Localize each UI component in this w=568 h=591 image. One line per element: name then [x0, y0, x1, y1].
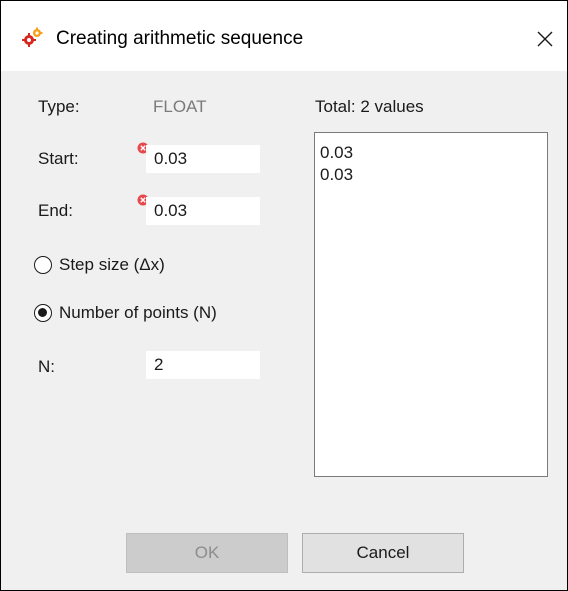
number-of-points-label[interactable]: Number of points (N) — [59, 302, 217, 324]
cancel-button[interactable]: Cancel — [302, 533, 464, 573]
close-button[interactable] — [527, 21, 563, 57]
step-size-radio[interactable] — [34, 256, 52, 274]
ok-button[interactable]: OK — [126, 533, 288, 573]
end-field[interactable]: 0.03 — [146, 197, 260, 225]
dialog-window: Creating arithmetic sequence Type: FLOAT… — [0, 0, 568, 591]
title-bar: Creating arithmetic sequence — [1, 1, 567, 71]
list-item[interactable]: 0.03 — [315, 142, 547, 164]
number-of-points-radio[interactable] — [34, 304, 52, 322]
gear-cluster-icon — [22, 27, 43, 47]
type-label: Type: — [38, 97, 80, 116]
type-value: FLOAT — [153, 97, 207, 116]
total-values-label: Total: 2 values — [315, 97, 424, 116]
close-icon — [537, 31, 553, 47]
list-item[interactable]: 0.03 — [315, 164, 547, 186]
n-label: N: — [38, 357, 55, 376]
start-field[interactable]: 0.03 — [146, 145, 260, 173]
n-field[interactable]: 2 — [146, 351, 260, 379]
end-label: End: — [38, 201, 73, 220]
start-label: Start: — [38, 149, 79, 168]
step-size-label[interactable]: Step size (Δx) — [59, 254, 165, 276]
window-title: Creating arithmetic sequence — [56, 28, 304, 49]
values-list[interactable]: 0.03 0.03 — [314, 132, 548, 477]
